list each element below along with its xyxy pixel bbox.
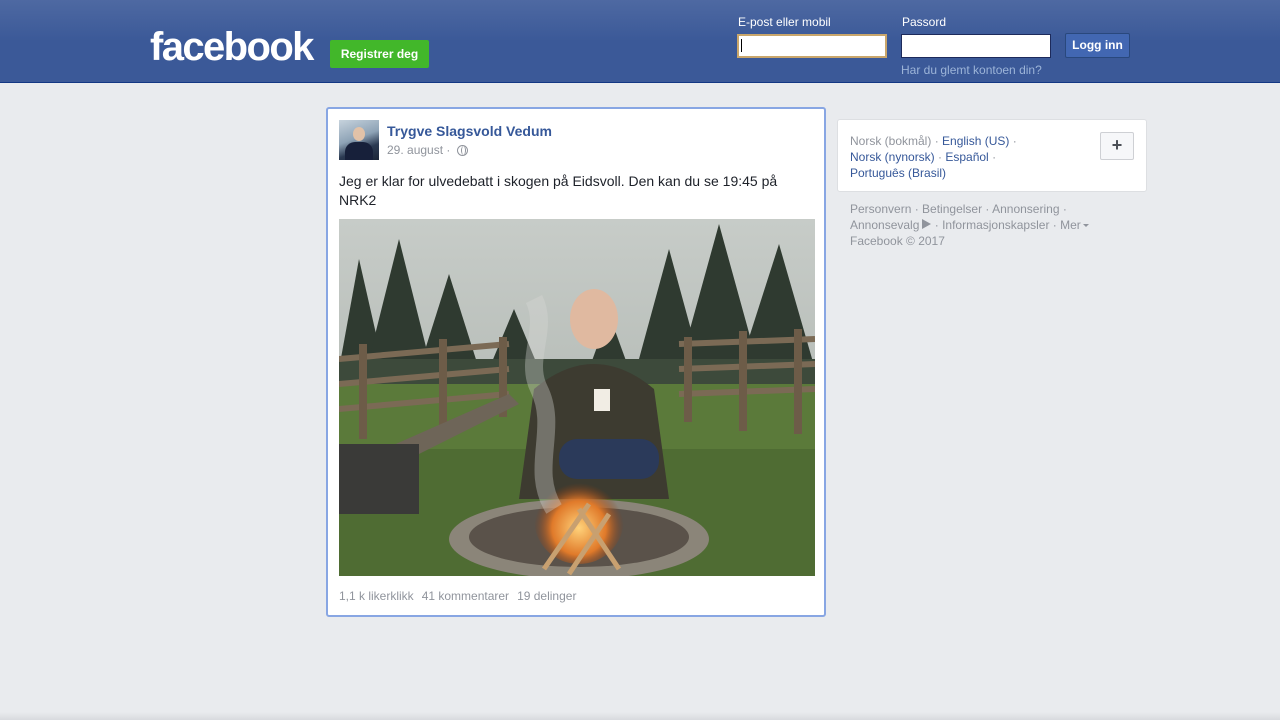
email-label: E-post eller mobil xyxy=(738,15,831,29)
post-photo[interactable] xyxy=(339,219,815,576)
post-author-name[interactable]: Trygve Slagsvold Vedum xyxy=(387,123,552,139)
language-option[interactable]: Español xyxy=(945,150,988,164)
email-field[interactable] xyxy=(737,34,887,58)
adchoices-icon xyxy=(922,219,932,229)
shares-count[interactable]: 19 delinger xyxy=(517,589,576,603)
comments-count[interactable]: 41 kommentarer xyxy=(422,589,509,603)
forgot-account-link[interactable]: Har du glemt kontoen din? xyxy=(901,63,1042,77)
post-text: Jeg er klar for ulvedebatt i skogen på E… xyxy=(339,173,778,208)
post-card: Trygve Slagsvold Vedum 29. august · Jeg … xyxy=(326,107,826,617)
campfire-photo-illustration xyxy=(339,219,815,576)
footer-link-more[interactable]: Mer xyxy=(1060,218,1081,232)
password-field[interactable] xyxy=(901,34,1051,58)
post-date[interactable]: 29. august · xyxy=(387,143,450,157)
more-languages-button[interactable]: + xyxy=(1100,132,1134,160)
top-navigation-bar: facebook Registrer deg E-post eller mobi… xyxy=(0,0,1280,83)
avatar-body xyxy=(345,142,373,160)
copyright-text: Facebook © 2017 xyxy=(850,234,945,248)
plus-icon: + xyxy=(1111,135,1123,155)
globe-icon[interactable] xyxy=(457,144,469,156)
footer-link-advertising[interactable]: Annonsering xyxy=(992,202,1059,216)
footer-link-cookies[interactable]: Informasjonskapsler xyxy=(942,218,1049,232)
password-label: Passord xyxy=(902,15,947,29)
facebook-logo[interactable]: facebook xyxy=(150,27,314,67)
text-caret xyxy=(741,39,742,52)
language-option[interactable]: Português (Brasil) xyxy=(850,166,946,180)
post-stats: 1,1 k likerklikk 41 kommentarer 19 delin… xyxy=(339,589,576,603)
avatar-head xyxy=(353,127,365,141)
language-option[interactable]: Norsk (nynorsk) xyxy=(850,150,935,164)
language-selector-box: Norsk (bokmål) · English (US) · Norsk (n… xyxy=(837,119,1147,192)
footer-links: Personvern · Betingelser · Annonsering ·… xyxy=(850,201,1110,249)
language-option[interactable]: English (US) xyxy=(942,134,1009,148)
current-language: Norsk (bokmål) xyxy=(850,134,932,148)
language-list: Norsk (bokmål) · English (US) · Norsk (n… xyxy=(850,134,1017,180)
likes-count[interactable]: 1,1 k likerklikk xyxy=(339,589,414,603)
login-button[interactable]: Logg inn xyxy=(1065,33,1130,58)
author-avatar[interactable] xyxy=(339,120,379,160)
footer-link-terms[interactable]: Betingelser xyxy=(922,202,982,216)
bottom-shadow xyxy=(0,712,1280,720)
footer-link-privacy[interactable]: Personvern xyxy=(850,202,911,216)
register-button[interactable]: Registrer deg xyxy=(330,40,429,68)
chevron-down-icon xyxy=(1082,224,1089,227)
footer-link-adchoices[interactable]: Annonsevalg xyxy=(850,218,919,232)
post-meta: 29. august · xyxy=(387,143,469,157)
